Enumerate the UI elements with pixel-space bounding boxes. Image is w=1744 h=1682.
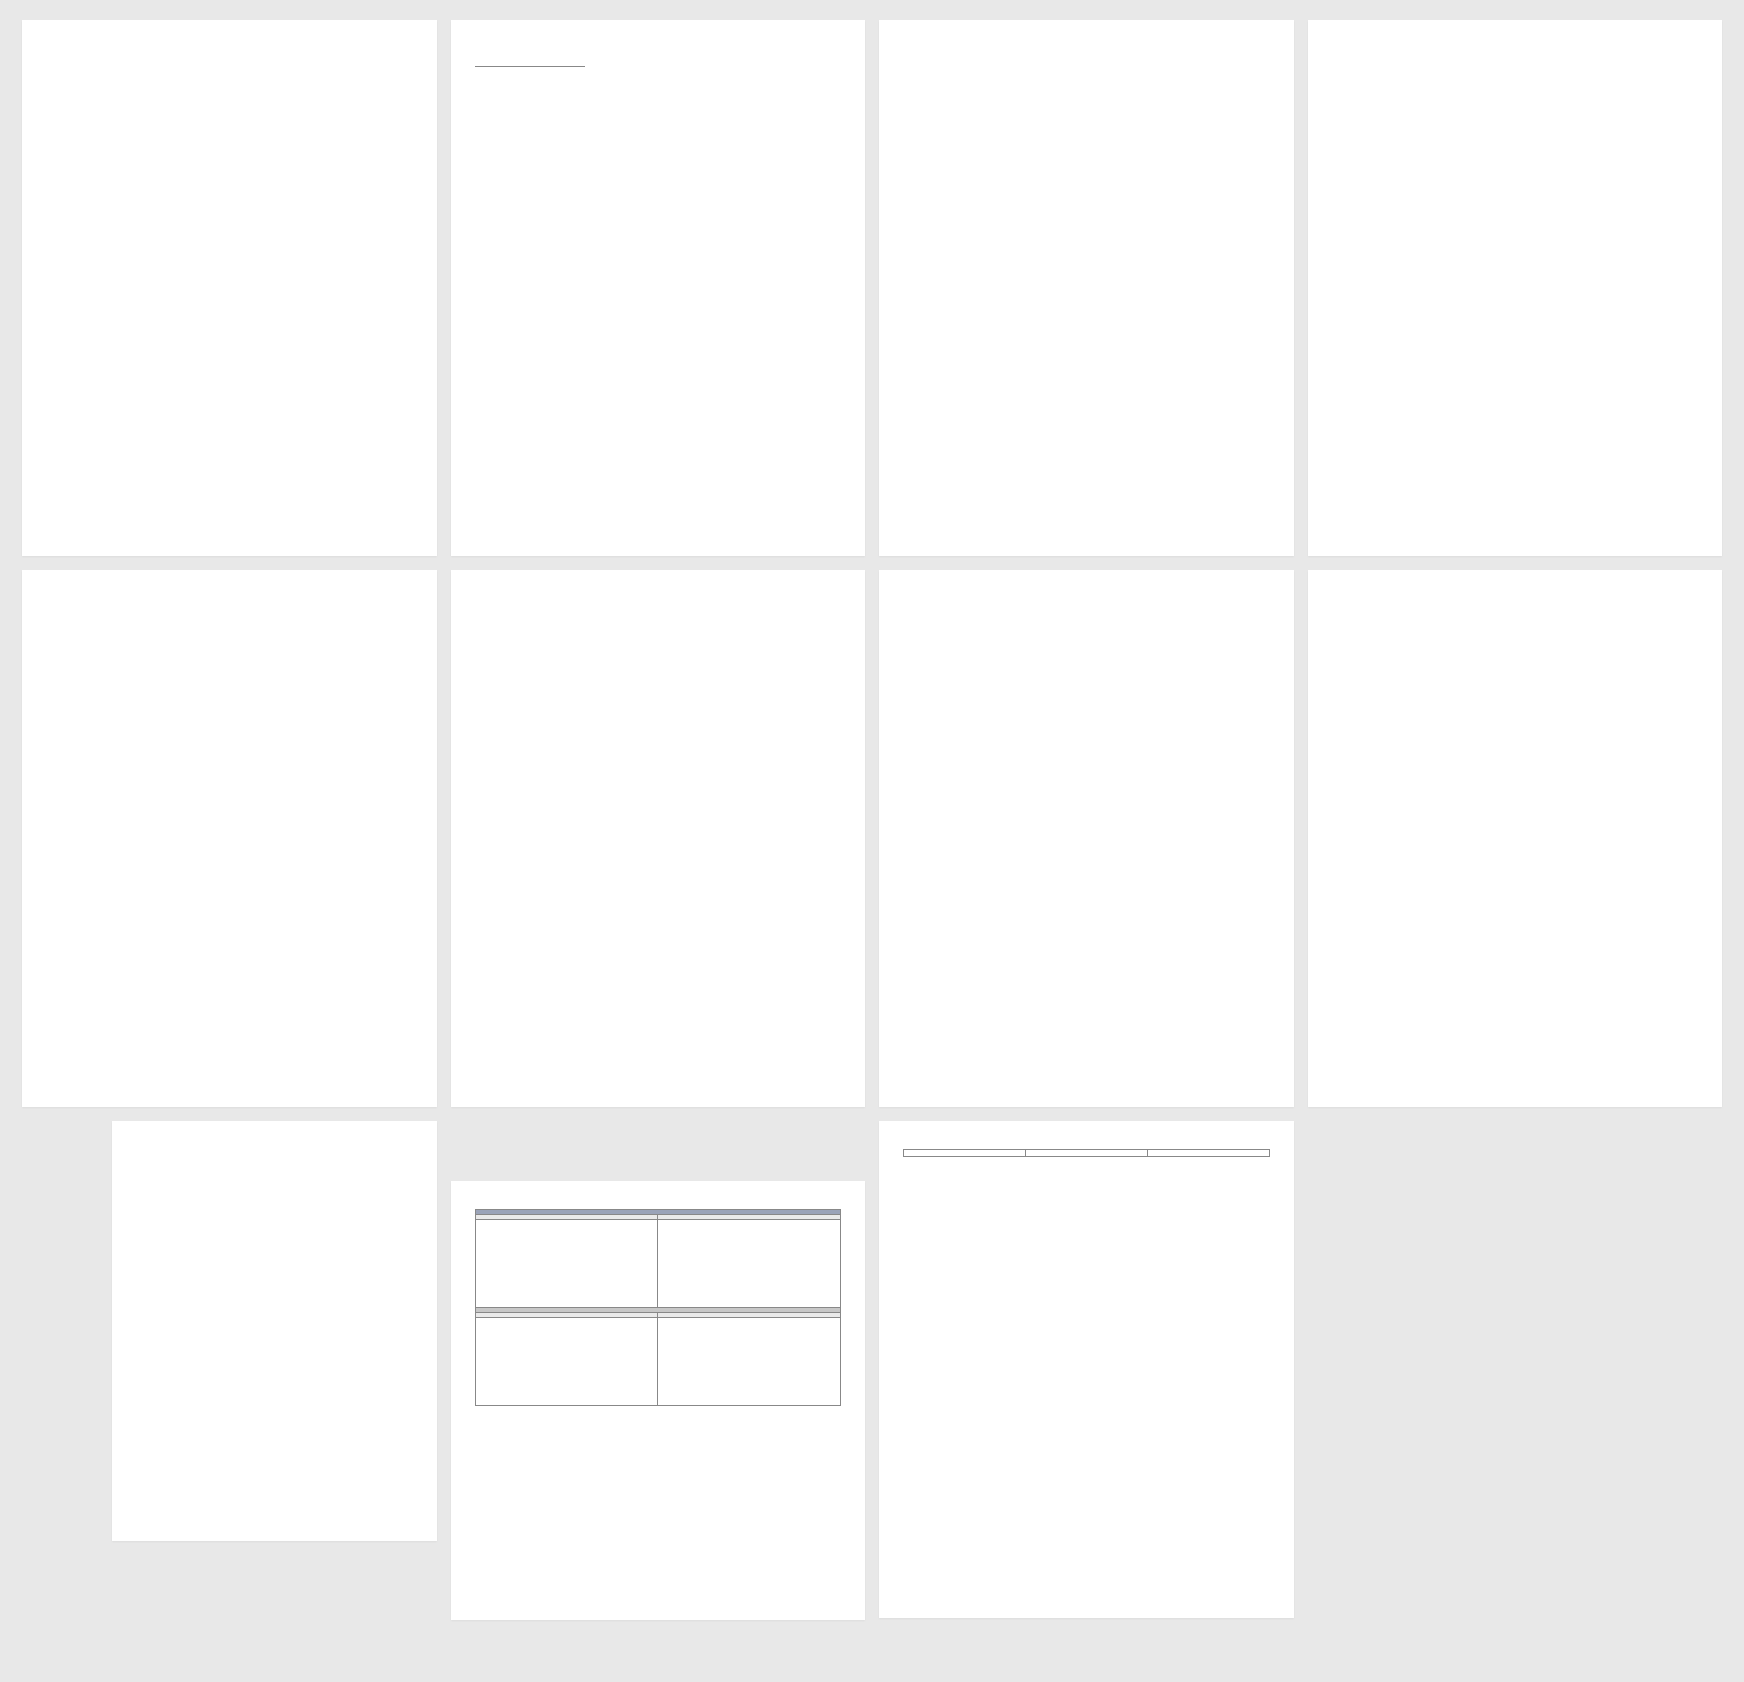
page-9-operational-planning	[112, 1121, 437, 1541]
opportunities-cell[interactable]	[475, 1317, 658, 1405]
signature-line	[475, 66, 585, 67]
page-10-swot	[451, 1181, 866, 1620]
page-7-financial-eval	[879, 570, 1294, 1106]
threats-cell[interactable]	[658, 1317, 841, 1405]
page-3-toc	[879, 20, 1294, 556]
col-location	[1147, 1149, 1269, 1156]
page-1-cover	[22, 20, 437, 556]
page-11-appendices	[879, 1121, 1294, 1618]
appendices-table	[903, 1149, 1270, 1157]
swot-table	[475, 1209, 842, 1406]
page-2-forward	[451, 20, 866, 556]
page-5-key-activities	[22, 570, 437, 1106]
col-appendix	[904, 1149, 1026, 1156]
page-4-exec-summary	[1308, 20, 1723, 556]
col-item	[1025, 1149, 1147, 1156]
weaknesses-cell[interactable]	[658, 1219, 841, 1307]
page-8-marketing-assessment	[1308, 570, 1723, 1106]
strengths-cell[interactable]	[475, 1219, 658, 1307]
page-6-market-analysis	[451, 570, 866, 1106]
